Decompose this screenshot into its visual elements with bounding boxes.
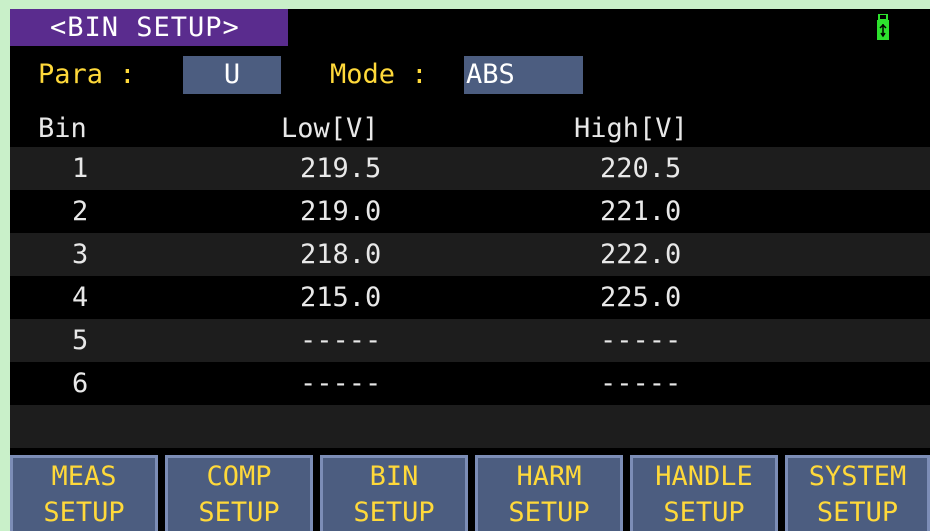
page-title: <BIN SETUP> (10, 9, 288, 46)
mode-label: Mode : (330, 59, 428, 90)
column-header-high: High[V] (574, 113, 688, 144)
softkey-label: HARM (516, 461, 582, 492)
bin-number: 2 (72, 196, 89, 227)
comp-setup-button[interactable]: COMP SETUP (165, 455, 313, 531)
table-row[interactable]: 2 219.0 221.0 (10, 190, 930, 233)
low-value[interactable]: ----- (300, 319, 381, 362)
bin-number: 3 (72, 239, 89, 270)
parameter-row: Para : U Mode : ABS (10, 56, 930, 94)
softkey-label: SETUP (43, 497, 125, 528)
table-row[interactable]: 3 218.0 222.0 (10, 233, 930, 276)
softkey-label: SYSTEM (808, 461, 907, 492)
low-value[interactable]: 218.0 (300, 233, 381, 276)
softkey-label: HANDLE (655, 461, 753, 492)
table-row[interactable]: 4 215.0 225.0 (10, 276, 930, 319)
bin-number: 1 (72, 153, 89, 184)
meas-setup-button[interactable]: MEAS SETUP (10, 455, 158, 531)
para-label: Para : (38, 59, 136, 90)
table-row[interactable]: 5 ----- ----- (10, 319, 930, 362)
high-value[interactable]: ----- (600, 362, 681, 405)
table-row[interactable]: 6 ----- ----- (10, 362, 930, 405)
system-setup-button[interactable]: SYSTEM SETUP (785, 455, 930, 531)
softkey-label: BIN (369, 461, 419, 492)
table-row[interactable]: 1 219.5 220.5 (10, 147, 930, 190)
column-header-low: Low[V] (281, 113, 379, 144)
bin-number: 6 (72, 368, 89, 399)
softkey-label: SETUP (816, 497, 899, 528)
softkey-label: SETUP (353, 497, 435, 528)
softkey-label: SETUP (198, 497, 280, 528)
softkey-label: SETUP (663, 497, 745, 528)
low-value[interactable]: 219.5 (300, 147, 381, 190)
column-header-bin: Bin (38, 113, 87, 144)
harm-setup-button[interactable]: HARM SETUP (475, 455, 623, 531)
high-value[interactable]: 220.5 (600, 147, 681, 190)
low-value[interactable]: 215.0 (300, 276, 381, 319)
high-value[interactable]: 222.0 (600, 233, 681, 276)
low-value[interactable]: ----- (300, 362, 381, 405)
empty-row (10, 405, 930, 448)
bin-number: 5 (72, 325, 89, 356)
high-value[interactable]: 225.0 (600, 276, 681, 319)
instrument-screen: <BIN SETUP> Para : U Mode : ABS Bin Low[… (10, 9, 930, 531)
high-value[interactable]: ----- (600, 319, 681, 362)
mode-field[interactable]: ABS (464, 56, 583, 94)
bin-number: 4 (72, 282, 89, 313)
softkey-label: SETUP (508, 497, 590, 528)
usb-drive-icon (877, 14, 889, 40)
softkey-label: COMP (206, 461, 272, 492)
softkey-label: MEAS (51, 461, 117, 492)
high-value[interactable]: 221.0 (600, 190, 681, 233)
para-field[interactable]: U (183, 56, 281, 94)
low-value[interactable]: 219.0 (300, 190, 381, 233)
bin-setup-button[interactable]: BIN SETUP (320, 455, 468, 531)
handle-setup-button[interactable]: HANDLE SETUP (630, 455, 778, 531)
